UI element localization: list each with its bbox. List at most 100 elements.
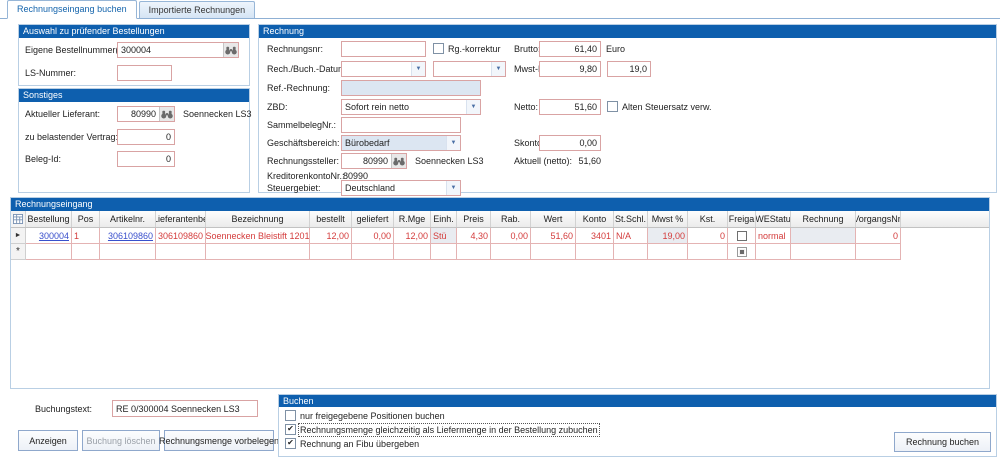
cell-pos[interactable]: 1 — [72, 228, 100, 244]
sammelbeleg-input[interactable] — [341, 117, 461, 133]
cell-bezeichnung[interactable]: Soennecken Bleistift 1201 — [206, 228, 310, 244]
grid-column-header-mwst[interactable]: Mwst % — [648, 211, 688, 227]
rechnung-buchen-button[interactable]: Rechnung buchen — [894, 432, 991, 452]
binoculars-icon[interactable] — [223, 43, 238, 57]
cell-wert[interactable]: 51,60 — [531, 228, 576, 244]
freigabe-checkbox[interactable] — [737, 231, 747, 241]
cell-konto[interactable] — [576, 244, 614, 260]
cell-link-artikelnr[interactable]: 306109860 — [108, 231, 153, 241]
cell-bestellt[interactable] — [310, 244, 352, 260]
cell-mwst[interactable]: 19,00 — [648, 228, 688, 244]
group-buchen: Buchen nur freigegebene Positionen buche… — [278, 394, 997, 457]
grid-column-header-lieferantenbe[interactable]: Lieferantenbe — [156, 211, 206, 227]
rechnungsnr-input[interactable] — [341, 41, 426, 57]
grid-column-header-artikelnr[interactable]: Artikelnr. — [100, 211, 156, 227]
bestellnummer-input[interactable] — [118, 43, 223, 57]
cell-westatu[interactable]: normal — [756, 228, 791, 244]
grid-column-header-bestellt[interactable]: bestellt — [310, 211, 352, 227]
nur-freigegebene-checkbox[interactable]: nur freigegebene Positionen buchen — [285, 410, 445, 421]
grid-column-header-rechnung[interactable]: Rechnung — [791, 211, 856, 227]
cell-westatu[interactable] — [756, 244, 791, 260]
steuergebiet-combo[interactable]: Deutschland ▼ — [341, 180, 461, 196]
cell-st-schl[interactable] — [614, 244, 648, 260]
cell-vorgangsnr[interactable] — [856, 244, 901, 260]
cell-bestellung[interactable] — [26, 244, 72, 260]
skonto-input[interactable] — [539, 135, 601, 151]
grid-column-header-geliefert[interactable]: geliefert — [352, 211, 394, 227]
cell-rab[interactable] — [491, 244, 531, 260]
grid-column-header-pos[interactable]: Pos — [72, 211, 100, 227]
cell-preis[interactable] — [457, 244, 491, 260]
binoculars-icon[interactable] — [159, 107, 174, 121]
freigabe-checkbox[interactable] — [737, 247, 747, 257]
cell-lieferantenbe[interactable] — [156, 244, 206, 260]
cell-bestellt[interactable]: 12,00 — [310, 228, 352, 244]
cell-freiga[interactable] — [728, 228, 756, 244]
cell-link-bestellung[interactable]: 300004 — [39, 231, 69, 241]
cell-vorgangsnr[interactable]: 0 — [856, 228, 901, 244]
tab-rechnungseingang-buchen[interactable]: Rechnungseingang buchen — [7, 0, 137, 19]
brutto-input[interactable] — [539, 41, 601, 57]
cell-geliefert[interactable] — [352, 244, 394, 260]
buchung-loeschen-button[interactable]: Buchung löschen — [82, 430, 160, 451]
cell-lieferantenbe[interactable]: 306109860 — [156, 228, 206, 244]
cell-rechnung[interactable] — [791, 244, 856, 260]
fibu-uebergeben-checkbox[interactable]: Rechnung an Fibu übergeben — [285, 438, 419, 449]
cell-artikelnr[interactable] — [100, 244, 156, 260]
rechnungsmenge-zubuchen-checkbox[interactable]: Rechnungsmenge gleichzeitig als Lieferme… — [285, 424, 598, 435]
binoculars-icon[interactable] — [391, 154, 406, 168]
grid-column-header-r-mge[interactable]: R.Mge — [394, 211, 431, 227]
rg-korrektur-checkbox[interactable]: Rg.-korrektur — [433, 43, 501, 54]
cell-kst[interactable] — [688, 244, 728, 260]
grid-column-header-wert[interactable]: Wert — [531, 211, 576, 227]
cell-konto[interactable]: 3401 — [576, 228, 614, 244]
cell-r-mge[interactable]: 12,00 — [394, 228, 431, 244]
grid-column-header-preis[interactable]: Preis — [457, 211, 491, 227]
cell-freiga[interactable] — [728, 244, 756, 260]
cell-bestellung[interactable]: 300004 — [26, 228, 72, 244]
cell-einh[interactable] — [431, 244, 457, 260]
tab-importierte-rechnungen[interactable]: Importierte Rechnungen — [139, 1, 256, 18]
zbd-combo[interactable]: Sofort rein netto ▼ — [341, 99, 481, 115]
grid-column-header-bestellung[interactable]: Bestellung — [26, 211, 72, 227]
cell-rab[interactable]: 0,00 — [491, 228, 531, 244]
cell-geliefert[interactable]: 0,00 — [352, 228, 394, 244]
grid-column-header-konto[interactable]: Konto — [576, 211, 614, 227]
cell-bezeichnung[interactable] — [206, 244, 310, 260]
cell-kst[interactable]: 0 — [688, 228, 728, 244]
rechnungsmenge-vorbelegen-button[interactable]: Rechnungsmenge vorbelegen — [164, 430, 274, 451]
beleg-id-input[interactable] — [117, 151, 175, 167]
grid-column-header-westatu[interactable]: WEStatu — [756, 211, 791, 227]
rechnungssteller-input[interactable] — [342, 154, 391, 168]
current-row-marker[interactable]: ► — [11, 228, 26, 244]
grid-column-header-freiga[interactable]: Freiga — [728, 211, 756, 227]
cell-wert[interactable] — [531, 244, 576, 260]
vertrag-input[interactable] — [117, 129, 175, 145]
rechnungsdatum-combo[interactable]: ▼ — [341, 61, 426, 77]
cell-rechnung[interactable] — [791, 228, 856, 244]
cell-einh[interactable]: Stü — [431, 228, 457, 244]
cell-artikelnr[interactable]: 306109860 — [100, 228, 156, 244]
grid-column-header-rab[interactable]: Rab. — [491, 211, 531, 227]
grid-corner-icon[interactable] — [11, 211, 26, 227]
netto-input[interactable] — [539, 99, 601, 115]
grid-column-header-st-schl[interactable]: St.Schl. — [614, 211, 648, 227]
alter-steuersatz-checkbox[interactable]: Alten Steuersatz verw. — [607, 101, 712, 112]
mwst-satz-input[interactable] — [607, 61, 651, 77]
ls-nummer-input[interactable] — [117, 65, 172, 81]
cell-pos[interactable] — [72, 244, 100, 260]
anzeigen-button[interactable]: Anzeigen — [18, 430, 78, 451]
grid-column-header-kst[interactable]: Kst. — [688, 211, 728, 227]
new-row-marker[interactable]: * — [11, 244, 26, 260]
buchungstext-input[interactable] — [112, 400, 258, 417]
cell-st-schl[interactable]: N/A — [614, 228, 648, 244]
buchungsdatum-combo[interactable]: ▼ — [433, 61, 506, 77]
grid-column-header-vorgangsnr[interactable]: VorgangsNr. — [856, 211, 901, 227]
lieferant-input[interactable] — [118, 107, 159, 121]
cell-preis[interactable]: 4,30 — [457, 228, 491, 244]
cell-mwst[interactable] — [648, 244, 688, 260]
grid-column-header-bezeichnung[interactable]: Bezeichnung — [206, 211, 310, 227]
cell-r-mge[interactable] — [394, 244, 431, 260]
grid-column-header-einh[interactable]: Einh. — [431, 211, 457, 227]
mwst-betrag-input[interactable] — [539, 61, 601, 77]
